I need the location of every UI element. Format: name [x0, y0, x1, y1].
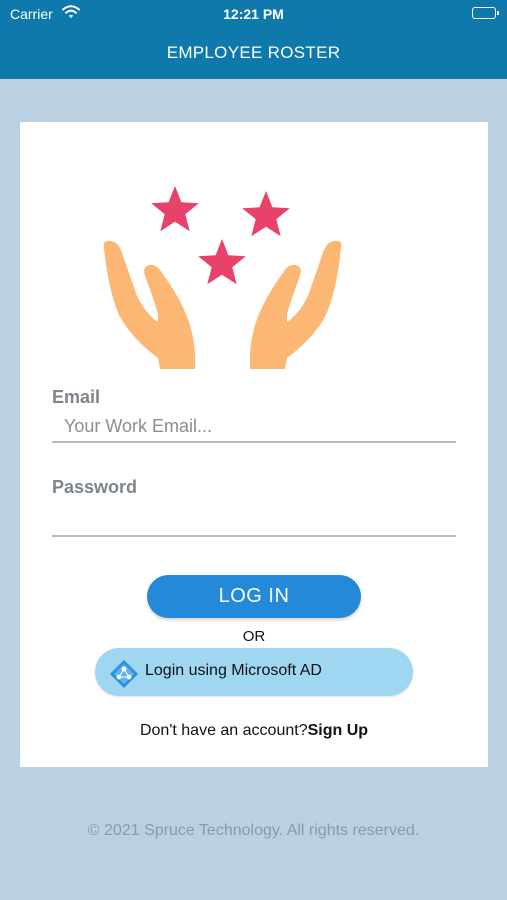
or-divider: OR [242, 628, 266, 645]
battery-icon [472, 7, 499, 19]
status-time: 12:21 PM [223, 6, 284, 22]
email-field[interactable] [52, 411, 456, 443]
footer-copyright: © 2021 Spruce Technology. All rights res… [87, 822, 420, 839]
star-icon [151, 186, 199, 232]
left-hand-icon [103, 240, 195, 369]
signup-link[interactable]: Sign Up [308, 722, 368, 739]
azure-ad-icon [110, 660, 138, 688]
star-icon [198, 239, 246, 285]
top-bar: Carrier 12:21 PM EMPLOYEE ROSTER [0, 0, 507, 79]
hands-with-stars-icon [103, 186, 342, 369]
page-title: EMPLOYEE ROSTER [166, 43, 341, 62]
signup-prompt: Don't have an account? [139, 722, 308, 739]
status-bar: Carrier 12:21 PM [0, 0, 507, 28]
signup-row: Don't have an account?Sign Up [20, 722, 488, 740]
password-label: Password [52, 477, 138, 497]
login-card: Email Password LOG IN OR Login using Mic… [20, 122, 488, 767]
login-button[interactable]: LOG IN [147, 575, 361, 618]
email-label: Email [52, 387, 101, 407]
microsoft-ad-login-label: Login using Microsoft AD [145, 662, 322, 679]
right-hand-icon [250, 240, 342, 369]
password-field[interactable] [52, 505, 456, 537]
microsoft-ad-login-button[interactable]: Login using Microsoft AD [95, 648, 413, 696]
star-icon [242, 191, 290, 237]
